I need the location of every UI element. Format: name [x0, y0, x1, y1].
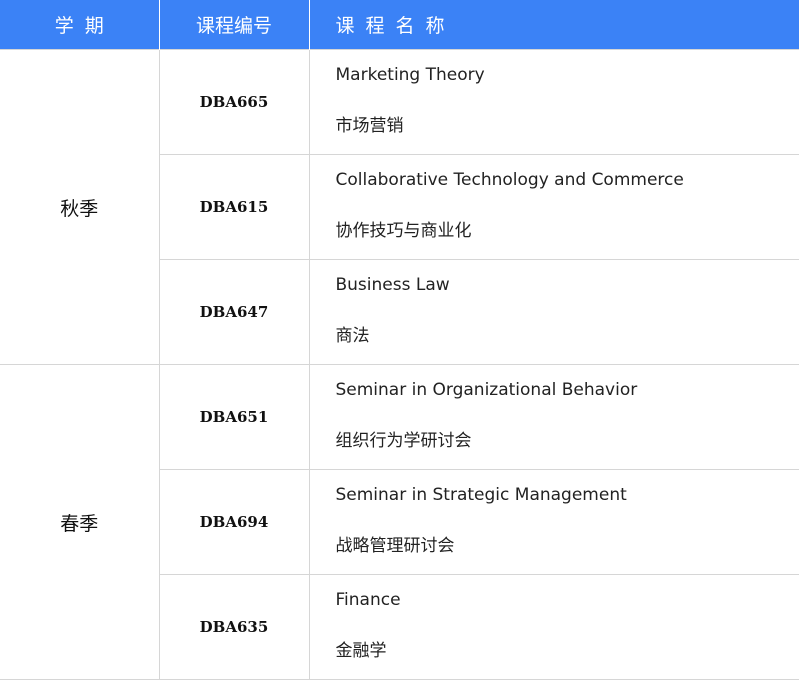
course-name-zh: 市场营销 [335, 116, 404, 136]
header-name-char: 称 [425, 15, 445, 37]
course-name-cell: Finance 金融学 [308, 574, 799, 680]
course-name-en: Business Law [335, 275, 450, 295]
header-course-code: 课程编号 [159, 0, 310, 50]
header-name-char: 名 [395, 15, 415, 37]
course-code: DBA615 [158, 154, 310, 260]
course-name-en: Seminar in Organizational Behavior [335, 380, 638, 400]
course-code: DBA694 [158, 469, 310, 575]
header-term-char: 期 [84, 15, 104, 37]
header-course-name: 课程名称 [309, 0, 799, 50]
course-code: DBA647 [158, 259, 310, 365]
table-row: 秋季 DBA665 Marketing Theory 市场营销 [0, 49, 799, 365]
course-name-cell: Seminar in Organizational Behavior 组织行为学… [308, 364, 799, 470]
term-cell: 春季 [0, 364, 160, 680]
course-name-cell: Collaborative Technology and Commerce 协作… [308, 154, 799, 260]
table-header-row: 学期 课程编号 课程名称 [0, 0, 799, 50]
course-name-zh: 协作技巧与商业化 [335, 221, 472, 241]
header-name-char: 课 [335, 15, 355, 37]
course-name-en: Finance [335, 590, 401, 610]
course-name-cell: Seminar in Strategic Management 战略管理研讨会 [308, 469, 799, 575]
header-term-char: 学 [54, 15, 74, 37]
course-name-cell: Marketing Theory 市场营销 [308, 49, 799, 155]
course-table-page: 学期 课程编号 课程名称 秋季 DBA665 Marketing Theory … [0, 0, 800, 680]
course-name-en: Collaborative Technology and Commerce [335, 170, 684, 190]
table-row: 春季 DBA651 Seminar in Organizational Beha… [0, 364, 799, 680]
course-name-zh: 战略管理研讨会 [335, 536, 455, 556]
header-name-char: 程 [365, 15, 385, 37]
course-name-zh: 金融学 [335, 641, 387, 661]
course-name-zh: 商法 [335, 326, 370, 346]
course-name-en: Marketing Theory [335, 65, 485, 85]
course-code: DBA665 [158, 49, 310, 155]
course-name-cell: Business Law 商法 [308, 259, 799, 365]
header-term: 学期 [0, 0, 160, 50]
term-cell: 秋季 [0, 49, 160, 365]
course-name-zh: 组织行为学研讨会 [335, 431, 472, 451]
course-table: 学期 课程编号 课程名称 秋季 DBA665 Marketing Theory … [0, 0, 799, 680]
course-name-en: Seminar in Strategic Management [335, 485, 627, 505]
course-code: DBA635 [158, 574, 310, 680]
course-code: DBA651 [158, 364, 310, 470]
